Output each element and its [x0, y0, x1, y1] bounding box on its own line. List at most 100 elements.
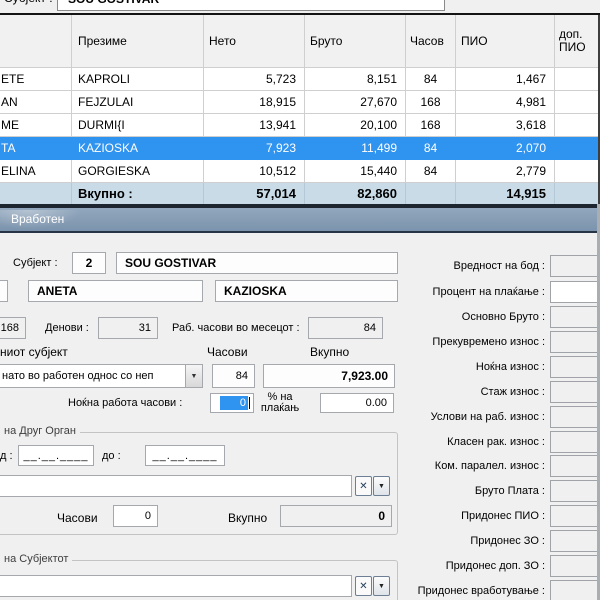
value-label: Услови на раб. износ : — [431, 411, 545, 423]
total-gross: 82,860 — [305, 183, 406, 204]
cell-pio: 2,070 — [456, 137, 555, 160]
cell-hours: 168 — [406, 91, 456, 114]
cell-first-name: ME — [0, 114, 72, 137]
work-hours-field: 84 — [308, 317, 383, 339]
grid-total-row: Вкупно : 57,014 82,860 14,915 — [0, 183, 600, 204]
value-field — [550, 331, 600, 353]
cell-net: 18,915 — [204, 91, 305, 114]
cell-gross: 8,151 — [305, 68, 406, 91]
subject-dropdown-button[interactable]: ▼ — [373, 576, 390, 596]
clear-button[interactable]: ✕ — [355, 576, 372, 596]
value-label: Процент на плаќање : — [433, 286, 545, 298]
value-label: Вредност на бод : — [454, 260, 546, 272]
cell-first-name: TA — [0, 137, 72, 160]
cell-gross: 11,499 — [305, 137, 406, 160]
clear-button[interactable]: ✕ — [355, 476, 372, 496]
table-row-selected[interactable]: TA KAZIOSKA 7,923 11,499 84 2,070 — [0, 137, 600, 160]
value-field — [550, 480, 600, 502]
cell-gross: 27,670 — [305, 91, 406, 114]
chevron-down-icon: ▼ — [378, 583, 385, 590]
employee-section-title: Вработен — [0, 210, 82, 229]
percent-pay-label: % на плаќањ — [256, 392, 304, 414]
cell-net: 13,941 — [204, 114, 305, 137]
last-name-field[interactable]: KAZIOSKA — [215, 280, 398, 302]
cell-surname: KAPROLI — [72, 68, 204, 91]
header-dop-pio: доп. ПИО — [555, 15, 600, 68]
value-label: Придонес вработување : — [418, 585, 545, 597]
value-label: Бруто Плата : — [475, 485, 545, 497]
header-net: Нето — [204, 15, 305, 68]
other-organ-total-label: Вкупно — [228, 511, 267, 525]
cell-pio: 2,779 — [456, 160, 555, 183]
value-field — [550, 431, 600, 453]
value-field[interactable] — [550, 281, 600, 303]
header-pio: ПИО — [456, 15, 555, 68]
total-label: Вкупно : — [72, 183, 204, 204]
percent-pay-field[interactable]: 0.00 — [320, 393, 394, 413]
cell-hours: 168 — [406, 114, 456, 137]
hours-column-caption: Часови — [207, 345, 248, 359]
employment-type-combobox[interactable]: нато во работен однос со неп ▼ — [0, 364, 203, 388]
value-field — [550, 530, 600, 552]
other-organ-group-label: на Друг Орган — [0, 425, 80, 437]
value-field — [550, 255, 600, 277]
employee-form: Субјект : 2 SOU GOSTIVAR ANETA KAZIOSKA … — [0, 233, 600, 600]
grid-header-row: Презиме Нето Бруто Часов ПИО доп. ПИО — [0, 15, 600, 68]
value-label: Ком. паралел. износ : — [435, 460, 545, 472]
date-to-input[interactable]: __.__.____ — [145, 445, 225, 466]
subject-label: Субјект : — [13, 257, 58, 269]
employment-total-field[interactable]: 7,923.00 — [263, 364, 395, 388]
subject-section-label: ниот субјект — [0, 345, 68, 359]
first-name-field[interactable]: ANETA — [28, 280, 203, 302]
cell-net: 5,723 — [204, 68, 305, 91]
top-subject-label: Субјект : — [4, 0, 53, 5]
cell-surname: KAZIOSKA — [72, 137, 204, 160]
value-field — [550, 356, 600, 378]
total-net: 57,014 — [204, 183, 305, 204]
value-field — [550, 406, 600, 428]
other-organ-total-field: 0 — [280, 505, 392, 527]
table-row[interactable]: AN FEJZULAI 18,915 27,670 168 4,981 — [0, 91, 600, 114]
subject-name-field[interactable]: SOU GOSTIVAR — [116, 252, 398, 274]
subject-group-label: на Субјектот — [0, 553, 72, 565]
top-subject-field[interactable]: SOU GOSTIVAR — [57, 0, 445, 11]
other-organ-hours-field[interactable]: 0 — [113, 505, 158, 527]
value-label: Придонес ЗО : — [470, 535, 545, 547]
cell-dop-pio — [555, 91, 600, 114]
value-label: Придонес доп. ЗО : — [446, 560, 545, 572]
table-row[interactable]: ME DURMI{I 13,941 20,100 168 3,618 — [0, 114, 600, 137]
header-gross: Бруто — [305, 15, 406, 68]
subject-combobox[interactable] — [0, 575, 352, 597]
other-organ-combobox[interactable] — [0, 475, 352, 497]
table-row[interactable]: ETE KAPROLI 5,723 8,151 84 1,467 — [0, 68, 600, 91]
value-label: Класен рак. износ : — [447, 436, 545, 448]
table-row[interactable]: ELINA GORGIESKA 10,512 15,440 84 2,779 — [0, 160, 600, 183]
date-from-input[interactable]: __.__.____ — [18, 445, 94, 466]
cell-first-name: AN — [0, 91, 72, 114]
cell-dop-pio — [555, 68, 600, 91]
cell-pio: 4,981 — [456, 91, 555, 114]
cell-surname: GORGIESKA — [72, 160, 204, 183]
total-pio: 14,915 — [456, 183, 555, 204]
cut-field-left — [0, 280, 8, 302]
other-organ-dropdown-button[interactable]: ▼ — [373, 476, 390, 496]
cell-first-name: ETE — [0, 68, 72, 91]
days-label: Денови : — [45, 322, 89, 334]
cell-pio: 3,618 — [456, 114, 555, 137]
top-subject-value: SOU GOSTIVAR — [68, 0, 159, 6]
cell-surname: DURMI{I — [72, 114, 204, 137]
days-field: 31 — [98, 317, 158, 339]
subject-code-field[interactable]: 2 — [72, 252, 106, 274]
selected-text: 0 — [220, 396, 248, 410]
top-subject-bar: Субјект : SOU GOSTIVAR — [0, 0, 600, 13]
cell-surname: FEJZULAI — [72, 91, 204, 114]
cell-gross: 15,440 — [305, 160, 406, 183]
chevron-down-icon[interactable]: ▼ — [185, 365, 202, 387]
value-field — [550, 580, 600, 600]
value-field — [550, 306, 600, 328]
employment-hours-field[interactable]: 84 — [212, 364, 255, 388]
night-hours-input[interactable]: 0 — [210, 393, 254, 413]
value-field — [550, 505, 600, 527]
header-surname: Презиме — [72, 15, 204, 68]
cell-dop-pio — [555, 160, 600, 183]
